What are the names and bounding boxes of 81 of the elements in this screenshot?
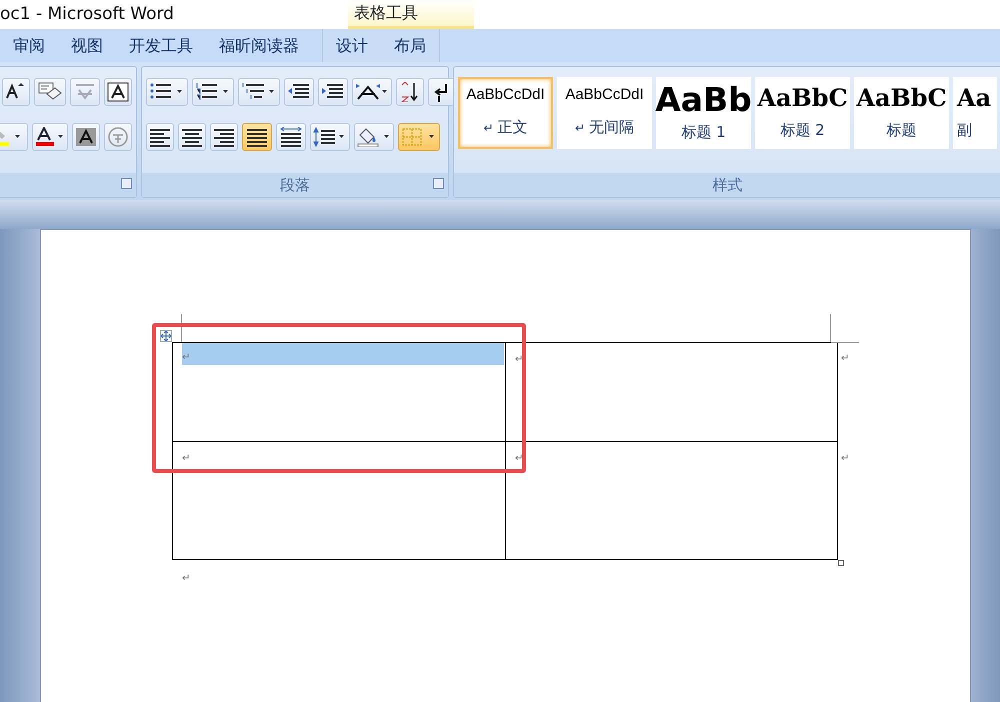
- ribbon-tab[interactable]: 视图: [58, 29, 116, 62]
- style-label: 副: [957, 120, 972, 141]
- dialog-launcher-button[interactable]: [121, 178, 132, 189]
- window-title: oc1 - Microsoft Word: [0, 3, 175, 26]
- table-cell[interactable]: ↵: [172, 442, 506, 560]
- sort-button[interactable]: [396, 78, 424, 106]
- style-preview: AaBbCcDdI: [565, 87, 644, 104]
- align-center-button[interactable]: [178, 123, 206, 151]
- enclosed-character-icon: [107, 127, 129, 147]
- paragraph-mark: ↵: [841, 452, 850, 466]
- style-option[interactable]: Aa 副: [953, 77, 997, 149]
- paragraph-mark: ↵: [182, 452, 190, 466]
- table-resize-handle[interactable]: [838, 560, 844, 566]
- table-cell[interactable]: ↵: [506, 442, 838, 560]
- style-label: 正文: [498, 117, 528, 138]
- paint-bucket-button[interactable]: [354, 123, 394, 151]
- dialog-launcher-button[interactable]: [433, 178, 444, 189]
- line-spacing-icon: [313, 127, 347, 147]
- table-cell[interactable]: ↵: [506, 342, 838, 442]
- bordered-letter-icon: [107, 82, 129, 102]
- style-label: 无间隔: [589, 117, 634, 138]
- context-tab-title: 表格工具: [348, 0, 474, 29]
- shaded-letter-icon: [75, 127, 97, 147]
- eraser-icon: [37, 82, 63, 102]
- style-label: 标题 2: [780, 120, 825, 141]
- asian-layout-button[interactable]: [352, 78, 392, 106]
- paragraph-mark: ↵: [182, 572, 190, 586]
- paint-bucket-icon: [357, 127, 391, 147]
- paragraph-mark: ↵: [515, 452, 524, 466]
- paragraph-mark: ↵: [841, 352, 850, 366]
- shaded-letter-button[interactable]: [72, 123, 100, 151]
- align-left-button[interactable]: [146, 123, 174, 151]
- style-option[interactable]: AaBbC 标题: [854, 77, 949, 149]
- distribute-icon: [279, 127, 303, 147]
- align-left-icon: [149, 127, 171, 147]
- grow-font-button[interactable]: [2, 78, 30, 106]
- style-label: 标题: [886, 120, 916, 141]
- paragraph-mark: ↵: [182, 351, 190, 365]
- style-label: 标题 1: [681, 122, 726, 144]
- align-center-icon: [181, 127, 203, 147]
- multilevel-list-button[interactable]: [238, 78, 280, 106]
- ribbon-tab[interactable]: 布局: [381, 29, 439, 62]
- font-color-icon: [35, 127, 65, 147]
- eraser-button[interactable]: [34, 78, 66, 106]
- bordered-letter-button[interactable]: [104, 78, 132, 106]
- paragraph-mark: ↵: [574, 120, 586, 136]
- ribbon-tab[interactable]: 设计: [323, 29, 381, 62]
- style-option[interactable]: AaBbC 标题 2: [755, 77, 850, 149]
- move-arrows-icon: [161, 331, 171, 341]
- style-option[interactable]: AaBb 标题 1: [656, 77, 751, 149]
- line-spacing-button[interactable]: [310, 123, 350, 151]
- borders-icon: [401, 127, 437, 147]
- multilevel-list-icon: [241, 82, 277, 102]
- style-preview: AaBb: [655, 82, 752, 119]
- style-preview: Aa: [957, 84, 992, 112]
- style-preview: AaBbC: [757, 84, 848, 112]
- decrease-indent-button[interactable]: [284, 78, 314, 106]
- numbered-list-button[interactable]: [192, 78, 234, 106]
- style-preview: AaBbC: [856, 84, 947, 112]
- align-right-icon: [213, 127, 235, 147]
- font-color-button[interactable]: [32, 123, 68, 151]
- bullet-list-button[interactable]: [146, 78, 188, 106]
- distribute-button[interactable]: [276, 123, 306, 151]
- style-option[interactable]: AaBbCcDdI ↵ 无间隔: [557, 77, 652, 149]
- ribbon-tab[interactable]: 开发工具: [116, 29, 206, 62]
- paragraph-mark: ↵: [483, 120, 494, 136]
- group-label: 段落: [280, 174, 310, 196]
- table-move-handle[interactable]: [160, 330, 172, 342]
- justify-button[interactable]: [242, 123, 272, 151]
- asian-layout-icon: [355, 82, 389, 102]
- group-label: 样式: [712, 174, 742, 196]
- ribbon-tab[interactable]: 审阅: [0, 29, 58, 62]
- style-option[interactable]: AaBbCcDdI ↵ 正文: [458, 77, 553, 149]
- style-preview: AaBbCcDdI: [466, 87, 545, 104]
- paragraph-mark: ↵: [515, 353, 524, 367]
- increase-indent-button[interactable]: [318, 78, 348, 106]
- justify-icon: [245, 127, 269, 147]
- numbered-list-icon: [195, 82, 231, 102]
- align-right-button[interactable]: [210, 123, 238, 151]
- crop-mark: [181, 314, 182, 342]
- ribbon-tab[interactable]: 福昕阅读器: [206, 29, 312, 62]
